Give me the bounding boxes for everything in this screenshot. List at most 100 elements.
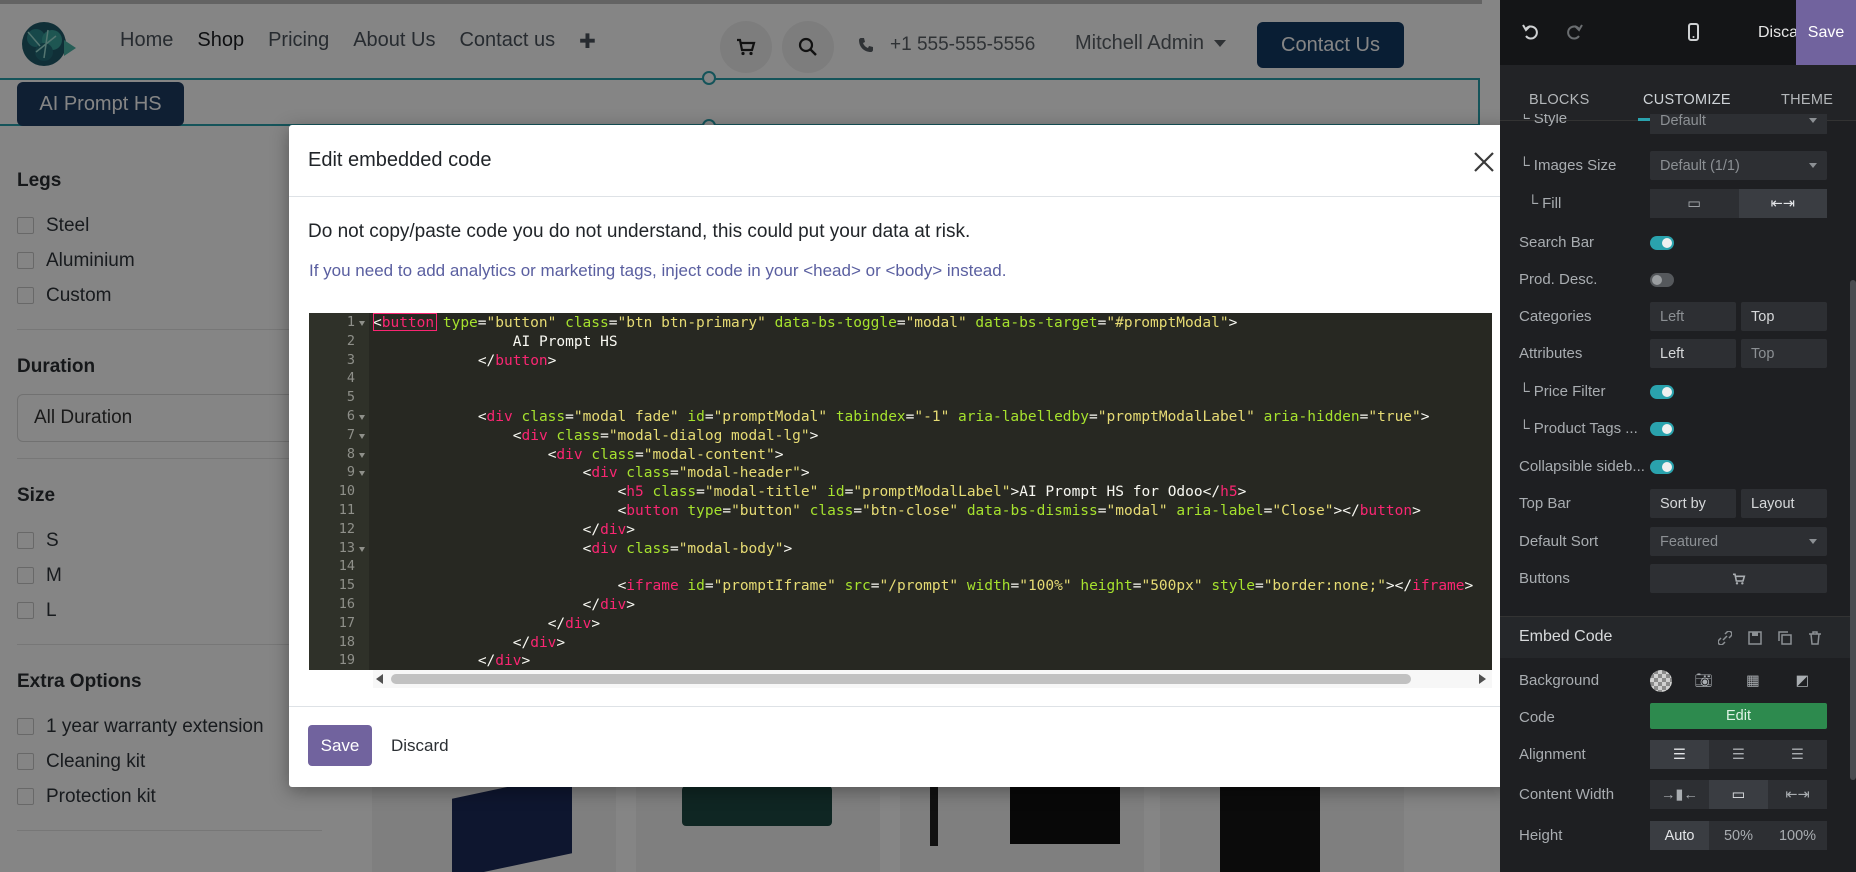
editor-horizontal-scrollbar[interactable] bbox=[309, 670, 1492, 688]
link-icon[interactable] bbox=[1718, 631, 1732, 645]
tab-blocks[interactable]: BLOCKS bbox=[1529, 92, 1590, 108]
code-line[interactable]: <div class="modal-header"> bbox=[373, 464, 810, 482]
code-line[interactable]: <div class="modal-body"> bbox=[373, 540, 793, 558]
code-line[interactable]: </div> bbox=[373, 634, 565, 652]
height-100-option[interactable]: 100% bbox=[1768, 821, 1827, 850]
style-select[interactable]: Default bbox=[1650, 114, 1827, 134]
search-bar-toggle[interactable] bbox=[1650, 236, 1674, 250]
duplicate-icon[interactable] bbox=[1778, 631, 1792, 645]
code-line[interactable]: </button> bbox=[373, 352, 557, 370]
option-label: Attributes bbox=[1519, 345, 1583, 362]
delete-icon[interactable] bbox=[1808, 631, 1822, 645]
categories-left-option[interactable]: Left bbox=[1650, 302, 1736, 331]
width-narrow-icon[interactable]: →▮← bbox=[1650, 780, 1709, 809]
cart-icon bbox=[1732, 573, 1745, 585]
code-line[interactable]: <div class="modal-content"> bbox=[373, 446, 784, 464]
option-default-sort: Default Sort Featured bbox=[1519, 527, 1849, 557]
save-button[interactable]: Save bbox=[308, 725, 372, 766]
height-auto-option[interactable]: Auto bbox=[1650, 821, 1709, 850]
redo-icon[interactable] bbox=[1565, 23, 1583, 41]
option-label: Height bbox=[1519, 827, 1563, 844]
code-line[interactable]: <div class="modal-dialog modal-lg"> bbox=[373, 427, 819, 445]
background-color-picker[interactable] bbox=[1650, 670, 1672, 692]
editor-save-button[interactable]: Save bbox=[1796, 0, 1856, 65]
camera-icon[interactable]: 📷︎ bbox=[1679, 666, 1728, 695]
fill-contain-icon[interactable]: ▭ bbox=[1650, 189, 1739, 218]
collapsible-sidebar-toggle[interactable] bbox=[1650, 460, 1674, 474]
code-line[interactable]: <h5 class="modal-title" id="promptModalL… bbox=[373, 483, 1247, 501]
gradient-image-icon[interactable]: ◩ bbox=[1778, 666, 1827, 695]
background-type-group: 📷︎ ▦ ◩ bbox=[1679, 666, 1827, 695]
option-images-size: └ Images Size Default (1/1) bbox=[1519, 151, 1849, 181]
panel-scrollbar[interactable] bbox=[1850, 280, 1856, 780]
select-value: Featured bbox=[1660, 533, 1719, 550]
option-label: Top Bar bbox=[1519, 495, 1571, 512]
fold-arrow-icon[interactable] bbox=[359, 471, 365, 477]
toggle-knob bbox=[1662, 387, 1672, 397]
option-label: Alignment bbox=[1519, 746, 1586, 763]
fold-arrow-icon[interactable] bbox=[359, 433, 365, 439]
embed-code-section-header: Embed Code bbox=[1500, 616, 1856, 658]
code-line[interactable]: <button type="button" class="btn-close" … bbox=[373, 502, 1421, 520]
top-bar-layout-option[interactable]: Layout bbox=[1741, 489, 1827, 518]
line-number: 15 bbox=[338, 577, 355, 594]
width-regular-icon[interactable]: ▭ bbox=[1709, 780, 1768, 809]
code-line[interactable]: </div> bbox=[373, 596, 635, 614]
fold-arrow-icon[interactable] bbox=[359, 452, 365, 458]
images-size-select[interactable]: Default (1/1) bbox=[1650, 151, 1827, 180]
code-line[interactable]: AI Prompt HS bbox=[373, 333, 618, 351]
editor-toolbar: Discard Save bbox=[1500, 0, 1856, 65]
scrollbar-thumb[interactable] bbox=[391, 674, 1411, 684]
code-line[interactable]: <iframe id="promptIframe" src="/prompt" … bbox=[373, 577, 1474, 595]
price-filter-toggle[interactable] bbox=[1650, 385, 1674, 399]
align-left-icon[interactable]: ☰ bbox=[1650, 740, 1709, 769]
align-right-icon[interactable]: ☰ bbox=[1768, 740, 1827, 769]
option-collapsible-sidebar: Collapsible sideb... bbox=[1519, 452, 1849, 482]
fold-arrow-icon[interactable] bbox=[359, 321, 365, 326]
product-tags-toggle[interactable] bbox=[1650, 422, 1674, 436]
fold-arrow-icon[interactable] bbox=[359, 546, 365, 552]
code-editor[interactable]: 1 2 3 4 5 6 7 8 9 10 11 12 13 14 15 16 17 18 19 <button ty… bbox=[309, 313, 1492, 688]
code-line[interactable]: <div class="modal fade" id="promptModal"… bbox=[373, 408, 1430, 426]
analytics-hint-link[interactable]: If you need to add analytics or marketin… bbox=[309, 261, 1006, 281]
fold-arrow-icon[interactable] bbox=[359, 415, 365, 420]
attributes-left-option[interactable]: Left bbox=[1650, 339, 1736, 368]
option-label-text: Style bbox=[1533, 114, 1568, 127]
categories-top-option[interactable]: Top bbox=[1741, 302, 1827, 331]
code-line[interactable]: <button type="button" class="btn btn-pri… bbox=[373, 314, 1237, 332]
fill-cover-icon[interactable]: ⇤⇥ bbox=[1738, 189, 1827, 218]
option-background: Background 📷︎ ▦ ◩ bbox=[1519, 666, 1849, 696]
line-number: 9 bbox=[346, 464, 355, 481]
tab-theme[interactable]: THEME bbox=[1781, 92, 1833, 108]
scroll-right-icon[interactable] bbox=[1479, 674, 1486, 684]
option-label: Background bbox=[1519, 672, 1600, 689]
line-number: 2 bbox=[346, 332, 355, 349]
option-label: └ Product Tags ... bbox=[1519, 420, 1638, 437]
undo-icon[interactable] bbox=[1522, 23, 1540, 41]
buttons-cart-option[interactable] bbox=[1650, 564, 1827, 593]
tab-customize[interactable]: CUSTOMIZE bbox=[1643, 92, 1731, 108]
close-icon[interactable] bbox=[1470, 148, 1498, 176]
mobile-preview-icon[interactable] bbox=[1684, 23, 1702, 41]
line-number: 19 bbox=[338, 652, 355, 669]
toggle-knob bbox=[1652, 275, 1662, 285]
align-center-icon[interactable]: ☰ bbox=[1709, 740, 1768, 769]
code-text-area[interactable]: <button type="button" class="btn btn-pri… bbox=[373, 313, 1492, 688]
scroll-left-icon[interactable] bbox=[376, 674, 383, 684]
default-sort-select[interactable]: Featured bbox=[1650, 527, 1827, 556]
code-edit-button[interactable]: Edit bbox=[1650, 703, 1827, 729]
code-line[interactable]: </div> bbox=[373, 521, 635, 539]
prod-desc-toggle[interactable] bbox=[1650, 273, 1674, 287]
attributes-top-option[interactable]: Top bbox=[1741, 339, 1827, 368]
code-line[interactable]: </div> bbox=[373, 652, 530, 670]
line-number-gutter: 1 2 3 4 5 6 7 8 9 10 11 12 13 14 15 16 17 18 19 bbox=[309, 313, 369, 688]
caret-down-icon bbox=[1809, 118, 1817, 123]
code-line[interactable]: </div> bbox=[373, 615, 600, 633]
width-full-icon[interactable]: ⇤⇥ bbox=[1768, 780, 1827, 809]
select-value: Default bbox=[1660, 114, 1706, 129]
video-icon[interactable]: ▦ bbox=[1728, 666, 1777, 695]
discard-button[interactable]: Discard bbox=[391, 725, 449, 766]
save-snippet-icon[interactable] bbox=[1748, 631, 1762, 645]
top-bar-sort-option[interactable]: Sort by bbox=[1650, 489, 1736, 518]
height-50-option[interactable]: 50% bbox=[1709, 821, 1768, 850]
